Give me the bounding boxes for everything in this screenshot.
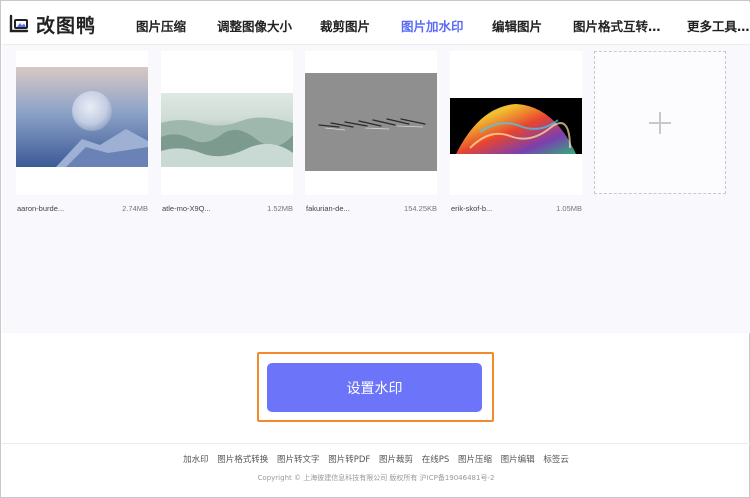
soap-bubble-image	[450, 98, 582, 154]
image-upload-area: aaron-burde... 2.74MB atle-mo-X9Q... 1.5…	[2, 45, 750, 333]
file-size: 1.05MB	[556, 204, 582, 213]
frosted-forest-image	[161, 93, 293, 167]
footer-link[interactable]: 图片格式转换	[217, 455, 268, 465]
footer-links: 加水印 图片格式转换 图片转文字 图片转PDF 图片裁剪 在线PS 图片压缩 图…	[1, 453, 750, 465]
image-thumbnail	[16, 67, 148, 167]
plus-icon	[649, 111, 671, 134]
nav-item-crop[interactable]: 裁剪图片	[320, 16, 370, 35]
app-window: 改图鸭 图片压缩 调整图像大小 裁剪图片 图片加水印 编辑图片 图片格式互转… …	[0, 0, 750, 498]
logo[interactable]: 改图鸭	[8, 10, 96, 38]
nav-item-convert[interactable]: 图片格式互转…	[573, 16, 661, 35]
file-size: 2.74MB	[122, 204, 148, 213]
footer-link[interactable]: 图片转文字	[277, 455, 320, 465]
nav-item-edit[interactable]: 编辑图片	[492, 16, 542, 35]
file-name: atle-mo-X9Q...	[162, 204, 211, 213]
nav-item-watermark[interactable]: 图片加水印	[401, 16, 464, 35]
image-card[interactable]: atle-mo-X9Q... 1.52MB	[161, 51, 293, 213]
file-name: fakurian-de...	[306, 204, 350, 213]
add-image-button[interactable]	[594, 51, 726, 194]
footer-link[interactable]: 图片编辑	[501, 455, 535, 465]
file-name: erik-skof-b...	[451, 204, 493, 213]
image-thumbnail	[161, 93, 293, 167]
image-thumbnail	[450, 98, 582, 154]
footer-link[interactable]: 加水印	[183, 455, 209, 465]
image-card[interactable]: erik-skof-b... 1.05MB	[450, 51, 582, 213]
image-card[interactable]: aaron-burde... 2.74MB	[16, 51, 148, 213]
set-watermark-button[interactable]: 设置水印	[267, 363, 482, 412]
frozen-bubble-image	[16, 67, 148, 167]
footer-divider	[2, 443, 750, 444]
logo-icon	[9, 14, 29, 33]
footer-link[interactable]: 标签云	[543, 455, 569, 465]
nav-item-more-tools[interactable]: 更多工具…	[687, 16, 750, 35]
footer-link[interactable]: 图片压缩	[458, 455, 492, 465]
footer-link[interactable]: 图片裁剪	[379, 455, 413, 465]
file-name: aaron-burde...	[17, 204, 65, 213]
footer-link[interactable]: 图片转PDF	[328, 455, 370, 465]
image-card[interactable]: fakurian-de... 154.25KB	[305, 51, 437, 213]
file-size: 154.25KB	[404, 204, 437, 213]
footer-link[interactable]: 在线PS	[422, 455, 450, 465]
nav-item-compress[interactable]: 图片压缩	[136, 16, 186, 35]
gray-strokes-image	[305, 73, 437, 171]
nav-item-resize[interactable]: 调整图像大小	[217, 16, 292, 35]
image-thumbnail	[305, 73, 437, 171]
logo-text: 改图鸭	[36, 14, 97, 37]
copyright-text: Copyright © 上海彼建信息科技有限公司 版权所有 沪ICP备19046…	[257, 474, 495, 482]
top-header: 改图鸭 图片压缩 调整图像大小 裁剪图片 图片加水印 编辑图片 图片格式互转… …	[2, 2, 750, 45]
file-size: 1.52MB	[267, 204, 293, 213]
